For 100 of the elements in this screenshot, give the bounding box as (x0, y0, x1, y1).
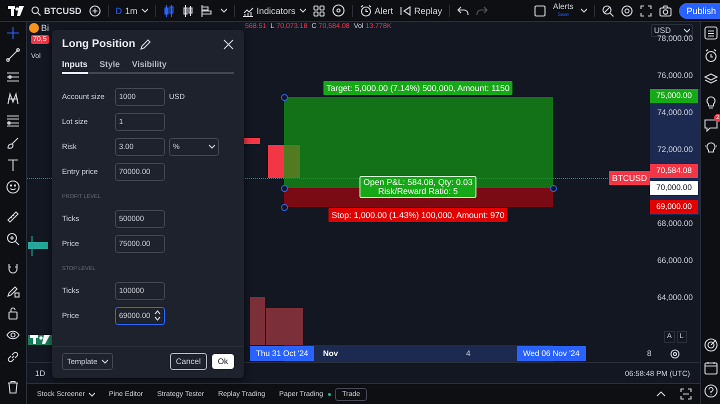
ratio-text: Risk/Reward Ratio: 5 (378, 187, 458, 196)
lock-icon[interactable] (6, 306, 20, 320)
pencil-lock-icon[interactable] (6, 284, 20, 298)
price-tick: 72,000.00 (656, 145, 694, 154)
price-marker: 70,584.08 (650, 164, 698, 178)
calendar-icon[interactable] (704, 361, 718, 375)
trash-icon[interactable] (6, 380, 20, 394)
eye-icon[interactable] (6, 328, 20, 342)
candles-icon[interactable] (162, 4, 175, 16)
time-label: Nov (322, 348, 340, 360)
target-icon[interactable] (704, 338, 718, 352)
price-tick: 74,000.00 (656, 108, 694, 117)
interval-button[interactable]: D 1m (116, 6, 148, 16)
price-marker: 70,000.00 (650, 181, 698, 195)
layout-square-icon[interactable] (534, 4, 546, 16)
logo-icon[interactable] (8, 4, 24, 16)
list-icon[interactable] (704, 26, 718, 40)
indicators-label: Indicators (256, 6, 296, 16)
help-icon[interactable] (704, 384, 718, 398)
alerts-label: Alerts (553, 2, 574, 10)
bar-chart-icon[interactable] (200, 4, 213, 16)
rewind-icon (400, 6, 412, 16)
indicators-button[interactable]: Indicators (242, 4, 306, 16)
alert-button[interactable]: Alert (360, 4, 394, 16)
caret-icon (683, 27, 690, 34)
symbol-search[interactable]: BTCUSD (31, 6, 82, 16)
horizontal-lines-icon[interactable] (6, 70, 20, 84)
price-marker: 69,000.00 (650, 200, 698, 214)
fullscreen-icon[interactable] (640, 4, 652, 16)
ok-button[interactable]: Ok (212, 354, 234, 369)
symbol-price-tag: BTCUSD (609, 171, 650, 185)
caret-icon (88, 390, 95, 398)
range-button[interactable]: 1D (35, 368, 46, 378)
price-tick: 76,000.00 (656, 71, 694, 80)
redo-icon[interactable] (476, 6, 488, 16)
dialog-title: Long Position (62, 38, 136, 50)
crosshair-icon[interactable] (6, 26, 20, 40)
price-tick: 64,000.00 (656, 293, 694, 302)
currency-dropdown[interactable]: USD (651, 24, 693, 37)
time-label: Wed 06 Nov '24 (517, 346, 586, 361)
brush-icon[interactable] (6, 136, 20, 150)
stop-label: Stop: 1,000.00 (1.43%) 100,000, Amount: 970 (328, 208, 508, 222)
undo-icon[interactable] (457, 6, 470, 16)
status-dot (328, 392, 332, 396)
interval-prefix: D (116, 6, 122, 16)
dialog-tab[interactable]: Style (100, 59, 120, 72)
settings-icon[interactable] (670, 349, 680, 359)
symbol-text: BTCUSD (44, 6, 82, 16)
time-label: Thu 31 Oct '24 (250, 346, 314, 361)
drag-handle[interactable] (281, 204, 288, 211)
ruler-icon[interactable] (6, 210, 20, 224)
caret-icon (298, 7, 306, 14)
spinner-icon (154, 310, 161, 321)
idea-icon[interactable] (704, 141, 718, 155)
pencil-icon[interactable] (140, 38, 152, 50)
alarm-icon[interactable] (704, 49, 718, 63)
close-icon[interactable] (223, 38, 234, 50)
replay-button[interactable]: Replay (400, 6, 442, 16)
caret-icon (220, 7, 227, 14)
add-symbol-icon[interactable] (88, 4, 100, 16)
camera-icon[interactable] (659, 4, 672, 16)
indicators-icon (242, 4, 254, 16)
caret-icon (140, 7, 148, 14)
price-tick: 78,000.00 (656, 34, 694, 43)
alarm-clock-icon (360, 4, 372, 16)
drag-handle[interactable] (281, 94, 288, 101)
text-icon[interactable] (6, 158, 20, 172)
layers-icon[interactable] (704, 72, 718, 86)
replay-label: Replay (414, 6, 442, 16)
drag-handle[interactable] (550, 185, 557, 192)
caret-icon (101, 358, 108, 365)
zoom-in-icon[interactable] (6, 232, 20, 246)
time-label: 8 (646, 348, 652, 360)
grid-icon[interactable] (312, 4, 325, 16)
interval-text: 1m (125, 6, 138, 16)
publish-button[interactable]: Publish (679, 2, 720, 18)
maximize-icon[interactable] (680, 388, 692, 400)
chat-icon[interactable] (704, 118, 718, 132)
cancel-button[interactable]: Cancel (170, 353, 207, 370)
chevron-up-icon[interactable] (656, 390, 666, 398)
dialog-tab[interactable]: Visibility (132, 59, 167, 72)
caret-icon (580, 7, 588, 14)
smiley-icon[interactable] (6, 180, 20, 194)
fib-icon[interactable] (6, 114, 20, 128)
link-icon[interactable] (6, 350, 20, 364)
magnet-icon[interactable] (6, 262, 20, 276)
symbol-name: Bi (41, 23, 50, 33)
settings-icon[interactable] (621, 4, 634, 16)
alert-label: Alert (374, 6, 394, 16)
price-tick: 66,000.00 (656, 256, 694, 265)
magnifier-icon[interactable] (602, 4, 614, 16)
dialog-tab[interactable]: Inputs (62, 59, 88, 74)
lightbulb-icon[interactable] (704, 95, 718, 109)
trend-line-icon[interactable] (6, 48, 20, 62)
candle (28, 236, 48, 256)
caret-icon (208, 143, 215, 150)
pattern-icon[interactable] (6, 92, 20, 106)
time-label: 4 (465, 348, 472, 360)
candlestick-icon[interactable] (182, 4, 194, 16)
drag-handle[interactable] (281, 185, 288, 192)
